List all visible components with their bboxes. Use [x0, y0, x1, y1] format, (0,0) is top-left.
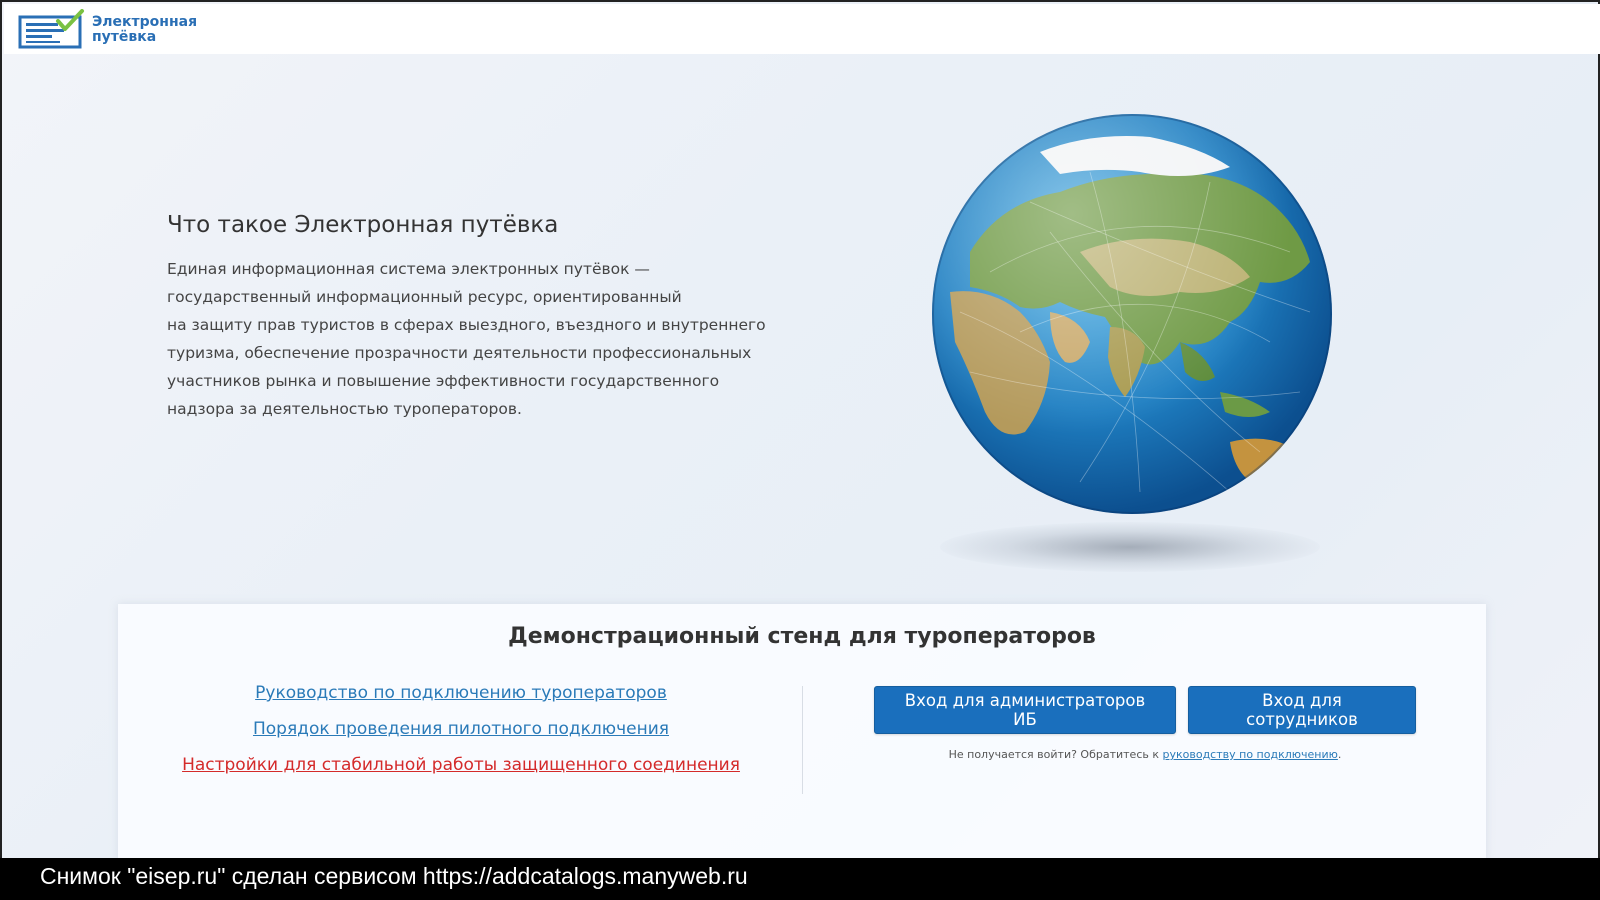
demo-links-list: Руководство по подключению туроператоров…: [118, 682, 804, 790]
screenshot-caption-bar: Снимок "eisep.ru" сделан сервисом https:…: [0, 858, 1600, 900]
login-help-text: Не получается войти? Обратитесь к руково…: [874, 748, 1416, 761]
hero-description-line: государственный информационный ресурс, о…: [167, 288, 682, 306]
hero-title: Что такое Электронная путёвка: [167, 212, 559, 238]
demo-title: Демонстрационный стенд для туроператоров: [508, 624, 1096, 649]
admin-login-button[interactable]: Вход для администраторов ИБ: [874, 686, 1176, 734]
hero-description: Единая информационная система электронны…: [167, 255, 787, 423]
demo-stand-card: Демонстрационный стенд для туроператоров…: [118, 604, 1486, 860]
globe-shadow: [940, 522, 1320, 572]
guide-link[interactable]: Руководство по подключению туроператоров: [255, 682, 667, 704]
site-logo[interactable]: Электронная путёвка: [18, 8, 197, 52]
logo-text: Электронная путёвка: [92, 15, 197, 45]
divider: [802, 686, 803, 794]
globe-illustration: [930, 112, 1334, 592]
help-suffix: .: [1337, 748, 1342, 761]
logo-document-check-icon: [18, 9, 84, 49]
hero-description-line: Единая информационная система электронны…: [167, 260, 650, 278]
hero-description-line: туризма, обеспечение прозрачности деятел…: [167, 344, 752, 362]
secure-connection-settings-link[interactable]: Настройки для стабильной работы защищенн…: [182, 754, 740, 776]
pilot-connection-link[interactable]: Порядок проведения пилотного подключения: [253, 718, 669, 740]
hero-description-line: надзора за деятельностью туроператоров.: [167, 400, 522, 418]
site-header: Электронная путёвка: [4, 4, 1600, 54]
logo-text-line1: Электронная: [92, 14, 198, 30]
hero-description-line: участников рынка и повышение эффективнос…: [167, 372, 720, 390]
help-prefix: Не получается войти? Обратитесь к: [948, 748, 1163, 761]
login-buttons: Вход для администраторов ИБ Вход для сот…: [874, 686, 1416, 734]
earth-globe-icon: [932, 114, 1332, 514]
page-background: Электронная путёвка Что такое Электронна…: [0, 0, 1600, 900]
caption-text: Снимок "eisep.ru" сделан сервисом https:…: [40, 863, 748, 889]
help-guide-link[interactable]: руководству по подключению: [1163, 748, 1338, 761]
logo-text-line2: путёвка: [92, 29, 157, 45]
staff-login-button[interactable]: Вход для сотрудников: [1188, 686, 1416, 734]
hero-description-line: на защиту прав туристов в сферах выездно…: [167, 316, 766, 334]
